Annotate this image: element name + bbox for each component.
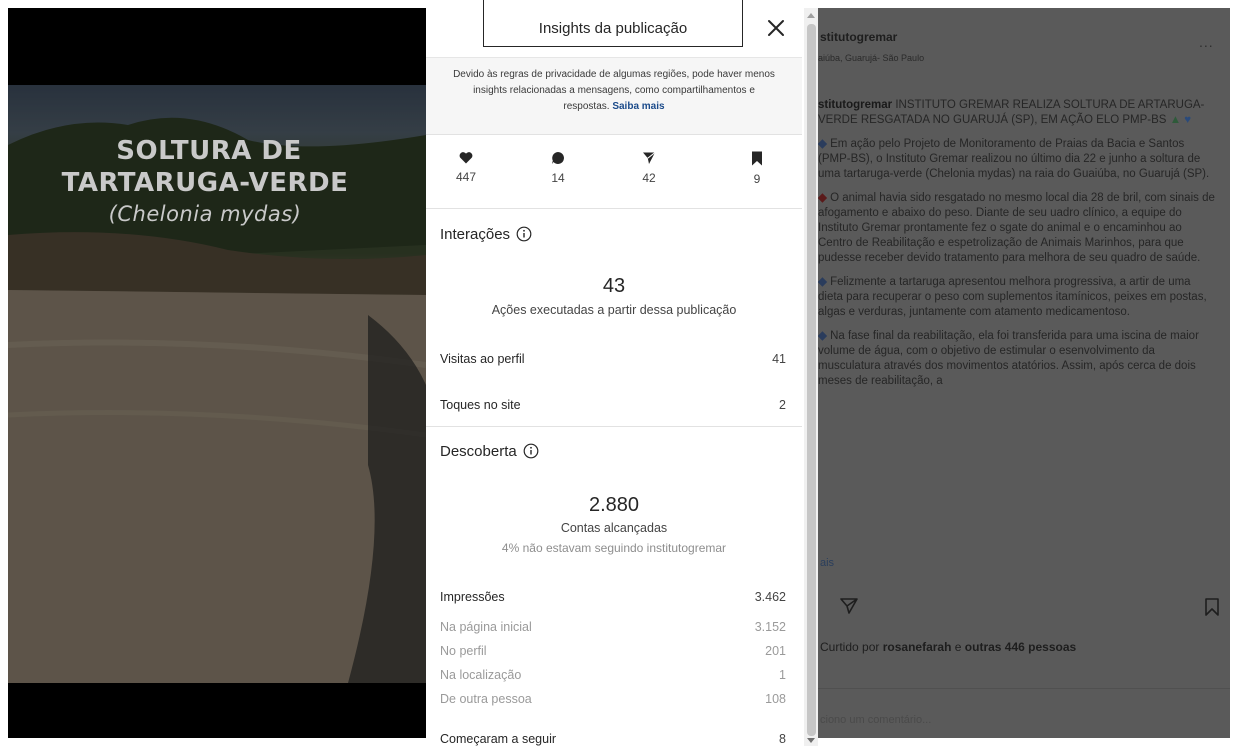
post-panel: stitutogremar aiúba, Guarujá- São Paulo … [818, 8, 1230, 738]
impressions-row: Impressões 3.462 [440, 590, 786, 604]
turtle-emoji-icon: ▲ [1169, 114, 1182, 126]
likes-count: 447 [455, 170, 477, 184]
other-impressions-row: De outra pessoa 108 [440, 692, 786, 706]
media-title-line2: TARTARUGA-VERDE [61, 168, 349, 198]
pin-emoji-icon: ◆ [818, 138, 827, 150]
send-icon [643, 152, 656, 164]
modal-header: Insights da publicação [426, 0, 802, 58]
privacy-notice: Devido às regras de privacidade de algum… [426, 58, 802, 135]
interactions-section-title: Interações [440, 226, 532, 243]
caption-p2: O animal havia sido resgatado no mesmo l… [818, 192, 1215, 264]
post-location[interactable]: aiúba, Guarujá- São Paulo [818, 53, 924, 63]
non-followers-note: 4% não estavam seguindo institutogremar [501, 541, 727, 555]
liked-others[interactable]: outras 446 pessoas [965, 640, 1076, 654]
comment-icon [552, 152, 564, 164]
more-link[interactable]: ais [820, 557, 834, 569]
saves-count: 9 [753, 172, 761, 186]
follows-row: Começaram a seguir 8 [440, 732, 786, 746]
shares-count: 42 [642, 171, 656, 185]
caption-p4: Na fase final da reabilitação, ela foi t… [818, 330, 1199, 387]
website-taps-row: Toques no site 2 [440, 398, 786, 412]
info-icon[interactable] [523, 443, 539, 459]
modal-scrollbar[interactable] [804, 8, 818, 746]
info-icon[interactable] [516, 226, 532, 242]
close-icon[interactable] [764, 16, 788, 40]
section-divider [426, 426, 802, 427]
liked-user[interactable]: rosanefarah [883, 640, 952, 654]
stat-likes: 447 [446, 151, 486, 184]
caption-p1: Em ação pelo Projeto de Monitoramento de… [818, 138, 1210, 180]
modal-title: Insights da publicação [538, 20, 688, 37]
location-impressions-row: Na localização 1 [440, 668, 786, 682]
scroll-up-icon[interactable] [807, 13, 815, 18]
bullet-emoji-icon: ◆ [818, 330, 827, 342]
save-icon[interactable] [1204, 597, 1220, 617]
accounts-reached-total: 2.880 [588, 494, 640, 516]
heart-emoji-icon: ♥ [1184, 114, 1192, 126]
discovery-section-title: Descoberta [440, 443, 539, 460]
comments-count: 14 [551, 171, 565, 185]
insights-modal: Insights da publicação Devido às regras … [426, 0, 818, 746]
share-icon[interactable] [840, 597, 858, 615]
profile-visits-row: Visitas ao perfil 41 [440, 352, 786, 366]
stats-bar: 447 14 42 9 [426, 135, 802, 209]
post-media: SOLTURA DE TARTARUGA-VERDE (Chelonia myd… [8, 8, 426, 738]
profile-impressions-row: No perfil 201 [440, 644, 786, 658]
stat-shares: 42 [629, 151, 669, 185]
interactions-total: 43 [602, 275, 626, 297]
alert-emoji-icon: ◆ [818, 192, 827, 204]
home-impressions-row: Na página inicial 3.152 [440, 620, 786, 634]
bullet-emoji-icon: ◆ [818, 276, 827, 288]
more-options-icon[interactable]: ... [1199, 34, 1214, 50]
media-title-line1: SOLTURA DE [116, 136, 302, 166]
post-caption: stitutogremar INSTITUTO GREMAR REALIZA S… [818, 98, 1218, 398]
accounts-reached-label: Contas alcançadas [560, 521, 668, 535]
stat-saves: 9 [737, 151, 777, 186]
interactions-subtitle: Ações executadas a partir dessa publicaç… [491, 303, 737, 317]
liked-by: Curtido por rosanefarah e outras 446 pes… [820, 640, 1077, 654]
post-username[interactable]: stitutogremar [820, 30, 897, 44]
comment-input[interactable]: ciono um comentário... [820, 714, 931, 726]
stat-comments: 14 [538, 151, 578, 185]
caption-username[interactable]: stitutogremar [818, 99, 892, 111]
media-title-line3: (Chelonia mydas) [108, 202, 302, 226]
caption-p3: Felizmente a tartaruga apresentou melhor… [818, 276, 1207, 318]
heart-icon [459, 152, 473, 164]
scroll-down-icon[interactable] [807, 738, 815, 743]
bookmark-icon [752, 151, 762, 166]
learn-more-link[interactable]: Saiba mais [612, 101, 664, 112]
scroll-thumb[interactable] [807, 24, 816, 736]
